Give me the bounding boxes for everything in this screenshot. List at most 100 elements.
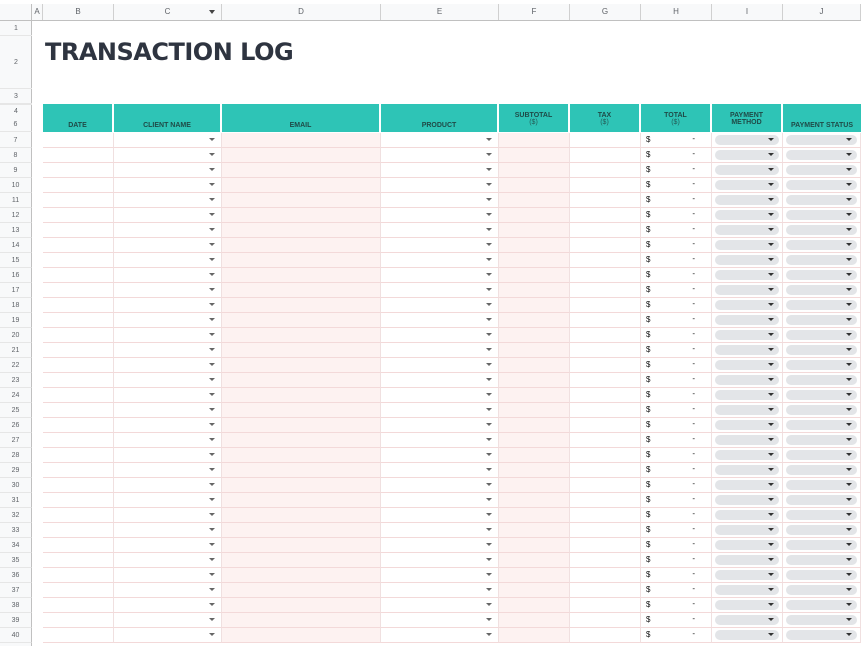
payment-status-dropdown[interactable] xyxy=(783,283,861,298)
dropdown-chip[interactable] xyxy=(715,285,779,295)
client-cell[interactable] xyxy=(114,418,222,433)
total-cell[interactable]: $ - xyxy=(641,343,712,358)
subtotal-cell[interactable] xyxy=(499,433,570,448)
payment-method-dropdown[interactable] xyxy=(712,283,783,298)
date-cell[interactable] xyxy=(43,418,114,433)
dropdown-chip[interactable] xyxy=(715,450,779,460)
column-filter-icon[interactable] xyxy=(209,10,215,14)
tax-cell[interactable] xyxy=(570,538,641,553)
row-header-19[interactable]: 19 xyxy=(0,313,32,328)
select-all-corner[interactable] xyxy=(0,4,32,20)
total-cell[interactable]: $ - xyxy=(641,193,712,208)
chevron-down-icon[interactable] xyxy=(486,318,492,321)
chevron-down-icon[interactable] xyxy=(486,198,492,201)
email-cell[interactable] xyxy=(222,568,381,583)
dropdown-chip[interactable] xyxy=(786,330,857,340)
total-cell[interactable]: $ - xyxy=(641,463,712,478)
payment-status-dropdown[interactable] xyxy=(783,418,861,433)
email-cell[interactable] xyxy=(222,373,381,388)
client-cell[interactable] xyxy=(114,178,222,193)
dropdown-chip[interactable] xyxy=(715,240,779,250)
client-cell[interactable] xyxy=(114,223,222,238)
dropdown-chip[interactable] xyxy=(786,375,857,385)
email-cell[interactable] xyxy=(222,448,381,463)
payment-method-dropdown[interactable] xyxy=(712,613,783,628)
tax-cell[interactable] xyxy=(570,613,641,628)
date-cell[interactable] xyxy=(43,178,114,193)
subtotal-cell[interactable] xyxy=(499,403,570,418)
header-payment-method[interactable]: PAYMENT METHOD xyxy=(712,104,783,132)
client-cell[interactable] xyxy=(114,358,222,373)
email-cell[interactable] xyxy=(222,163,381,178)
row-header-12[interactable]: 12 xyxy=(0,208,32,223)
total-cell[interactable]: $ - xyxy=(641,148,712,163)
dropdown-chip[interactable] xyxy=(715,435,779,445)
email-cell[interactable] xyxy=(222,583,381,598)
row-header-37[interactable]: 37 xyxy=(0,583,32,598)
payment-status-dropdown[interactable] xyxy=(783,433,861,448)
payment-status-dropdown[interactable] xyxy=(783,253,861,268)
dropdown-chip[interactable] xyxy=(786,405,857,415)
dropdown-chip[interactable] xyxy=(715,405,779,415)
product-cell[interactable] xyxy=(381,193,499,208)
chevron-down-icon[interactable] xyxy=(209,138,215,141)
subtotal-cell[interactable] xyxy=(499,538,570,553)
date-cell[interactable] xyxy=(43,208,114,223)
tax-cell[interactable] xyxy=(570,283,641,298)
dropdown-chip[interactable] xyxy=(715,315,779,325)
email-cell[interactable] xyxy=(222,178,381,193)
payment-status-dropdown[interactable] xyxy=(783,463,861,478)
dropdown-chip[interactable] xyxy=(786,195,857,205)
payment-status-dropdown[interactable] xyxy=(783,343,861,358)
payment-status-dropdown[interactable] xyxy=(783,613,861,628)
chevron-down-icon[interactable] xyxy=(209,213,215,216)
header-tax[interactable]: TAX ($) xyxy=(570,104,641,132)
product-cell[interactable] xyxy=(381,448,499,463)
product-cell[interactable] xyxy=(381,133,499,148)
row-header-34[interactable]: 34 xyxy=(0,538,32,553)
subtotal-cell[interactable] xyxy=(499,193,570,208)
product-cell[interactable] xyxy=(381,343,499,358)
dropdown-chip[interactable] xyxy=(786,150,857,160)
product-cell[interactable] xyxy=(381,373,499,388)
email-cell[interactable] xyxy=(222,598,381,613)
row-header-2[interactable]: 2 xyxy=(0,36,32,89)
product-cell[interactable] xyxy=(381,178,499,193)
row-header-13[interactable]: 13 xyxy=(0,223,32,238)
client-cell[interactable] xyxy=(114,463,222,478)
payment-method-dropdown[interactable] xyxy=(712,478,783,493)
row-header-25[interactable]: 25 xyxy=(0,403,32,418)
client-cell[interactable] xyxy=(114,328,222,343)
total-cell[interactable]: $ - xyxy=(641,628,712,643)
row-header-32[interactable]: 32 xyxy=(0,508,32,523)
chevron-down-icon[interactable] xyxy=(486,393,492,396)
client-cell[interactable] xyxy=(114,448,222,463)
payment-status-dropdown[interactable] xyxy=(783,298,861,313)
subtotal-cell[interactable] xyxy=(499,613,570,628)
client-cell[interactable] xyxy=(114,163,222,178)
client-cell[interactable] xyxy=(114,238,222,253)
client-cell[interactable] xyxy=(114,313,222,328)
payment-method-dropdown[interactable] xyxy=(712,493,783,508)
chevron-down-icon[interactable] xyxy=(209,633,215,636)
payment-status-dropdown[interactable] xyxy=(783,208,861,223)
chevron-down-icon[interactable] xyxy=(486,588,492,591)
header-payment-status[interactable]: PAYMENT STATUS xyxy=(783,104,861,132)
tax-cell[interactable] xyxy=(570,208,641,223)
tax-cell[interactable] xyxy=(570,523,641,538)
email-cell[interactable] xyxy=(222,313,381,328)
date-cell[interactable] xyxy=(43,553,114,568)
row-header-39[interactable]: 39 xyxy=(0,613,32,628)
chevron-down-icon[interactable] xyxy=(486,468,492,471)
subtotal-cell[interactable] xyxy=(499,328,570,343)
tax-cell[interactable] xyxy=(570,628,641,643)
dropdown-chip[interactable] xyxy=(715,150,779,160)
payment-status-dropdown[interactable] xyxy=(783,163,861,178)
row-header-21[interactable]: 21 xyxy=(0,343,32,358)
row-header-9[interactable]: 9 xyxy=(0,163,32,178)
row-header-10[interactable]: 10 xyxy=(0,178,32,193)
subtotal-cell[interactable] xyxy=(499,373,570,388)
dropdown-chip[interactable] xyxy=(786,540,857,550)
tax-cell[interactable] xyxy=(570,313,641,328)
product-cell[interactable] xyxy=(381,358,499,373)
